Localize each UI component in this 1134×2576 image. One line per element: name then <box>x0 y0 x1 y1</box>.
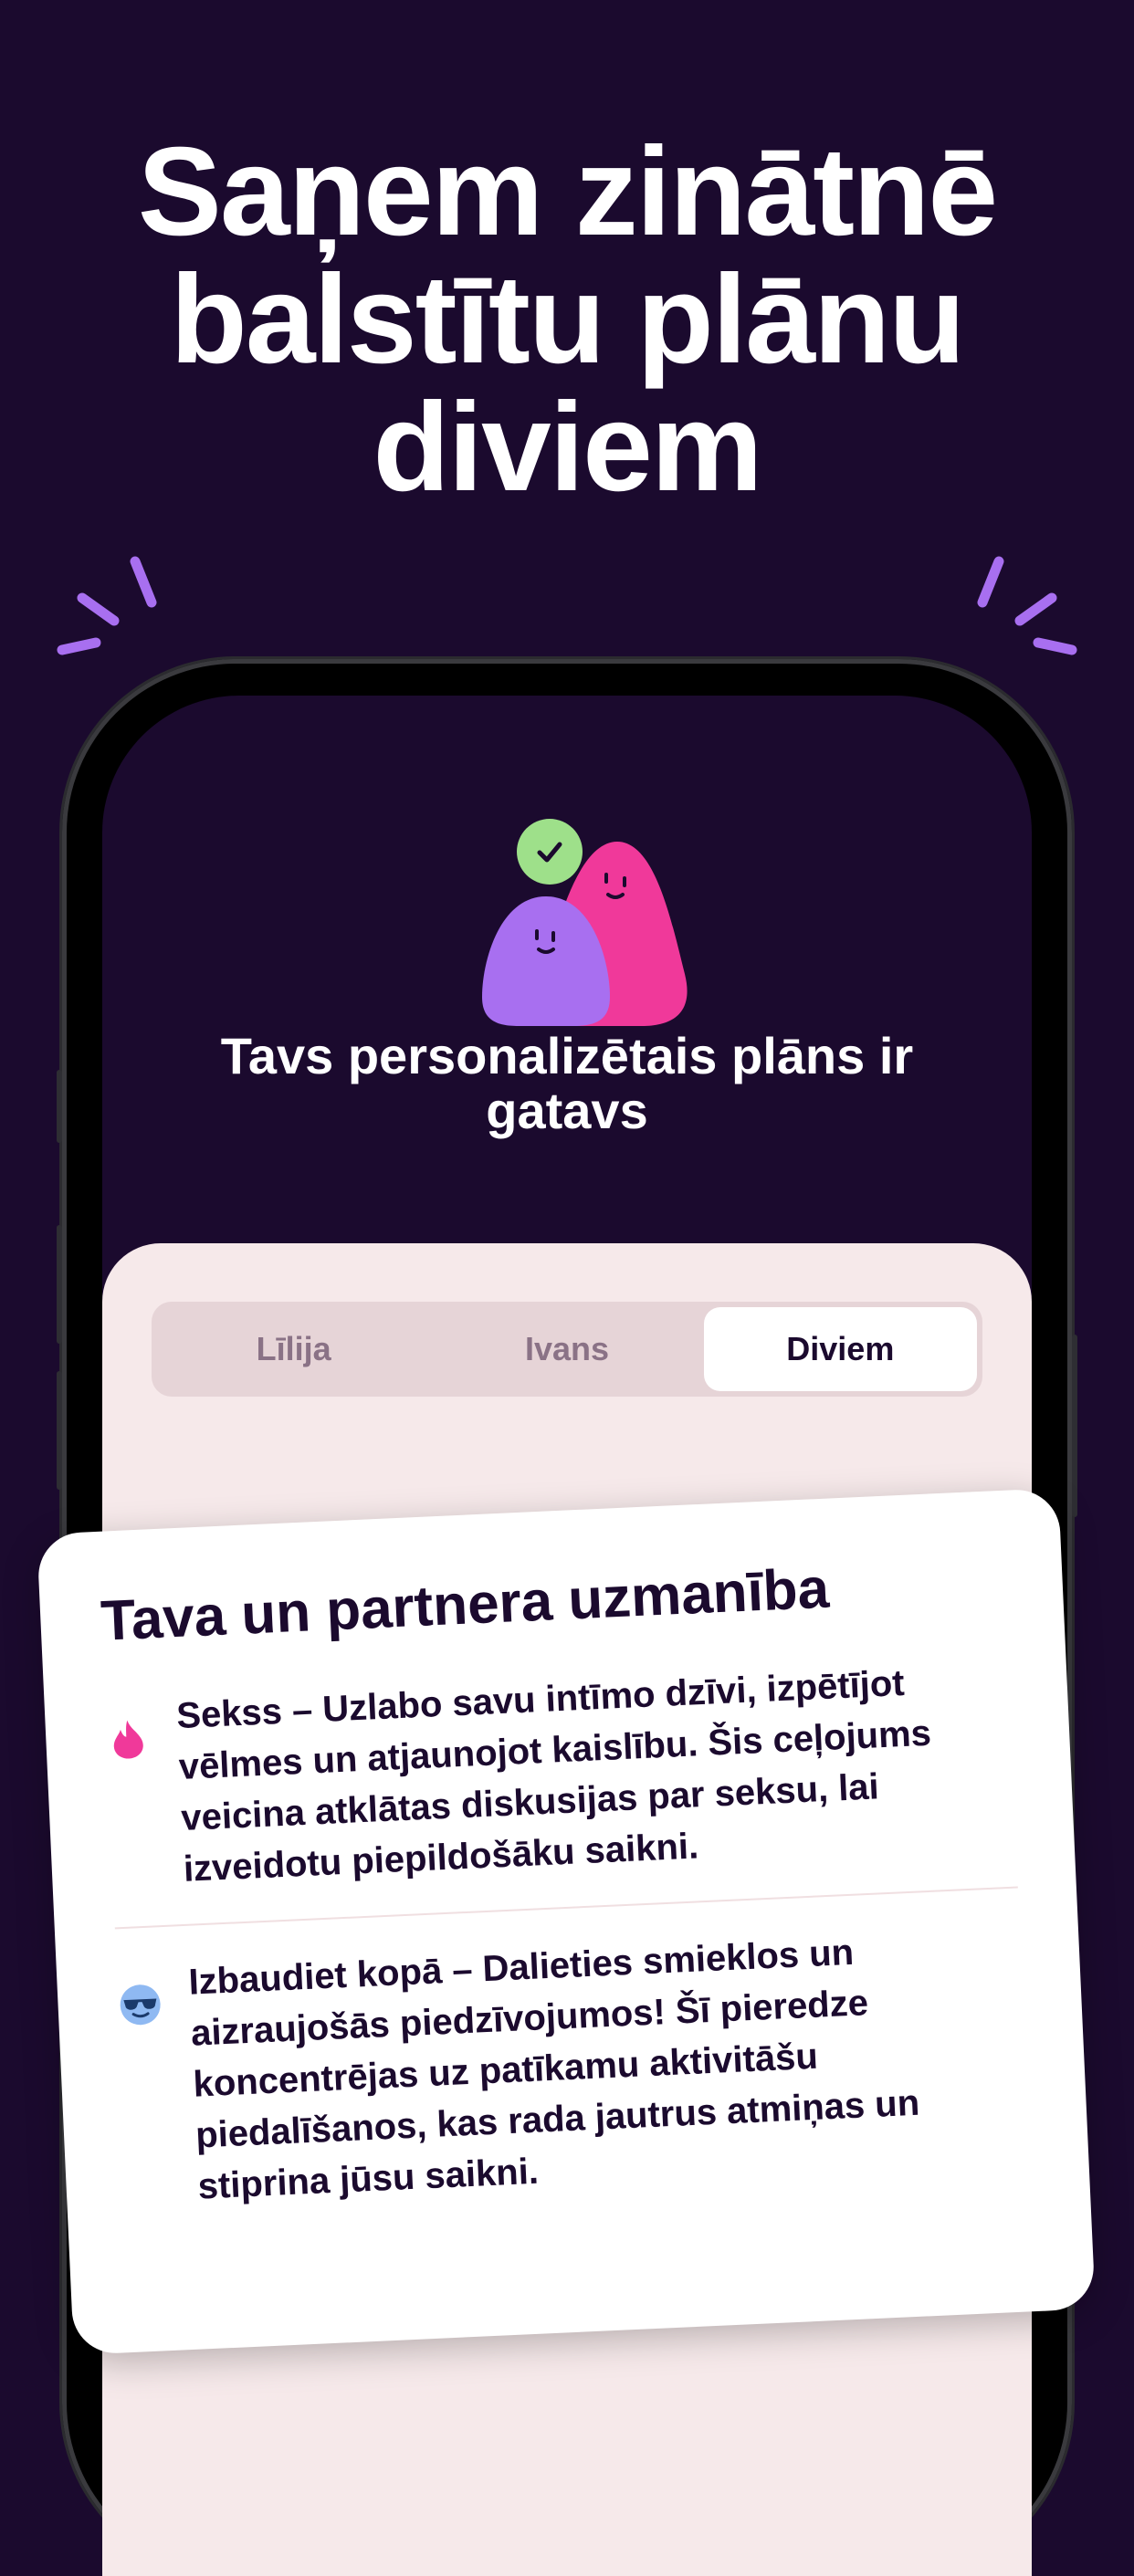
flame-icon <box>113 1720 143 1759</box>
focus-card-title: Tava un partnera uzmanība <box>99 1556 831 1653</box>
focus-item-fun: Izbaudiet kopā – Dalieties smieklos un a… <box>116 1919 1031 2215</box>
phone-side-button <box>57 1070 62 1143</box>
partner-segmented-control: Līlija Ivans Diviem <box>152 1302 982 1397</box>
phone-volume-up-button <box>57 1225 62 1344</box>
tab-diviem[interactable]: Diviem <box>703 1307 977 1391</box>
focus-item-sex: Sekss – Uzlabo savu intīmo dzīvi, izpētī… <box>104 1653 1016 1899</box>
focus-item-text: Sekss – Uzlabo savu intīmo dzīvi, izpētī… <box>175 1662 932 1890</box>
focus-card: Tava un partnera uzmanība Sekss – Uzlabo… <box>37 1488 1096 2355</box>
tab-ivans[interactable]: Ivans <box>430 1307 703 1391</box>
tab-lilija[interactable]: Līlija <box>157 1307 430 1391</box>
divider <box>114 1886 1018 1930</box>
couple-blobs-illustration <box>482 842 688 1026</box>
focus-item-text: Izbaudiet kopā – Dalieties smieklos un a… <box>187 1932 921 2207</box>
phone-volume-down-button <box>57 1371 62 1490</box>
check-icon <box>517 819 583 885</box>
plan-ready-title: Tavs personalizētais plāns ir gatavs <box>220 1027 914 1139</box>
phone-power-button <box>1072 1335 1077 1517</box>
sunglasses-face-icon <box>120 1984 161 2026</box>
sparkle-decoration <box>57 556 1077 655</box>
